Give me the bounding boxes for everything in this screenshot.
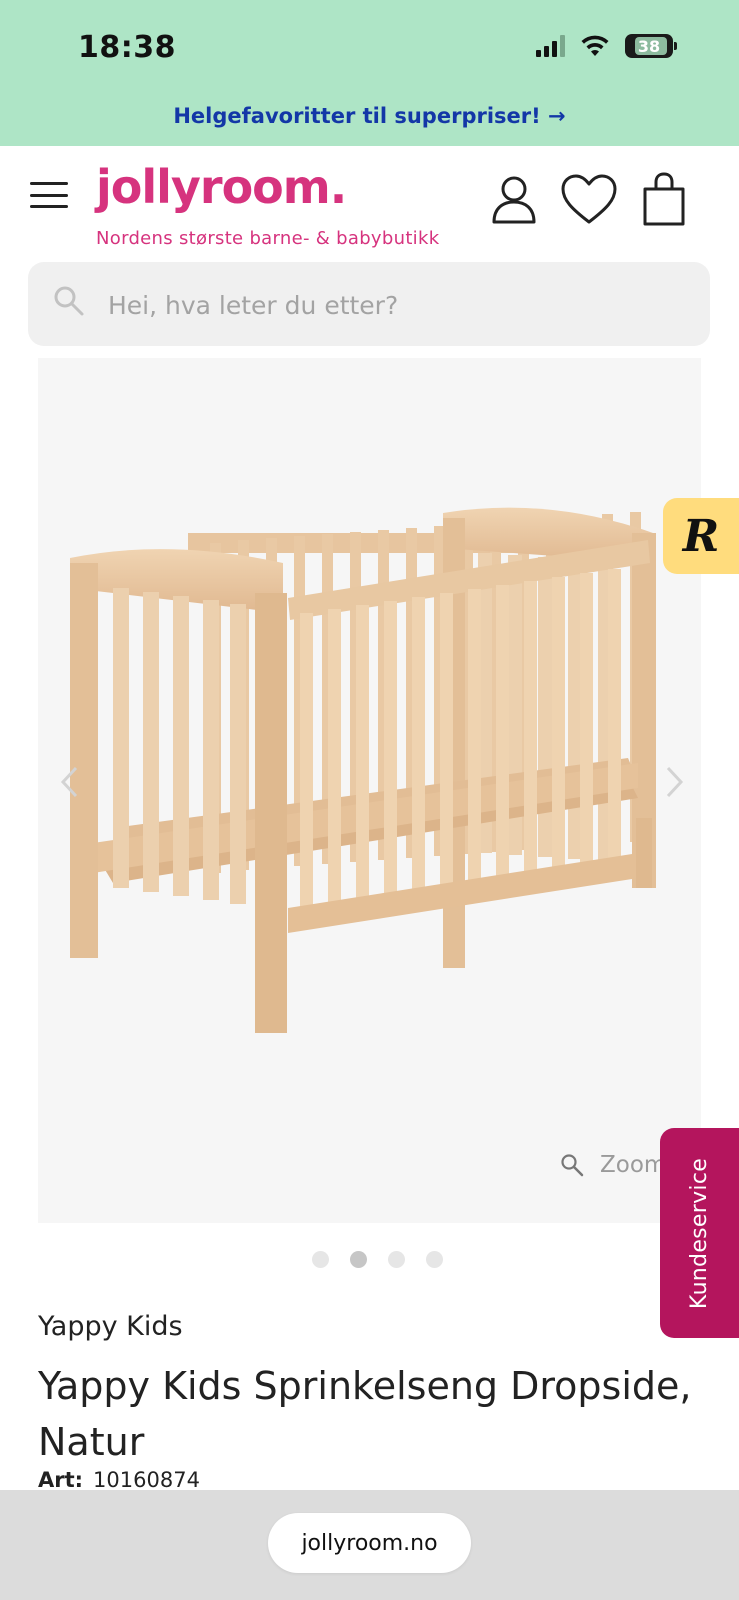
zoom-button[interactable]: Zoom (560, 1152, 666, 1178)
article-number: Art: 10160874 (38, 1468, 200, 1492)
search-icon (54, 286, 84, 316)
promo-banner-link[interactable]: Helgefavoritter til superpriser! → (0, 104, 739, 128)
article-number-value: 10160874 (93, 1468, 200, 1492)
search-input[interactable] (108, 283, 668, 327)
rewards-tab[interactable]: R (663, 498, 739, 574)
carousel-dot[interactable] (426, 1251, 443, 1268)
product-title: Yappy Kids Sprinkelseng Dropside, Natur (38, 1364, 692, 1464)
article-number-label: Art: (38, 1468, 84, 1492)
wifi-icon (581, 35, 609, 56)
site-logo[interactable]: jollyroom. (96, 160, 347, 214)
carousel-dot-active[interactable] (350, 1251, 367, 1268)
site-tagline: Nordens største barne- & babybutikk (96, 228, 440, 249)
cellular-signal-icon (536, 35, 565, 57)
product-image[interactable] (38, 358, 701, 1223)
status-icons: 38 (536, 34, 677, 58)
carousel-dot[interactable] (312, 1251, 329, 1268)
shopping-bag-icon[interactable] (641, 172, 687, 228)
wooden-crib-image (70, 507, 656, 1033)
status-time: 18:38 (78, 30, 176, 65)
zoom-magnifier-icon (561, 1154, 584, 1177)
customer-service-label: Kundeservice (687, 1157, 712, 1309)
product-brand-link[interactable]: Yappy Kids (38, 1311, 183, 1342)
next-image-arrow-icon[interactable] (664, 764, 686, 800)
previous-image-arrow-icon[interactable] (58, 764, 80, 800)
hamburger-menu-icon[interactable] (30, 182, 68, 208)
favorites-heart-icon[interactable] (560, 172, 618, 228)
customer-service-tab[interactable]: Kundeservice (660, 1128, 739, 1338)
battery-level: 38 (637, 36, 661, 56)
carousel-dots (312, 1251, 443, 1268)
zoom-label: Zoom (600, 1152, 667, 1178)
browser-url-field[interactable]: jollyroom.no (268, 1513, 471, 1573)
battery-icon: 38 (625, 34, 677, 58)
account-icon[interactable] (486, 172, 542, 228)
carousel-dot[interactable] (388, 1251, 405, 1268)
